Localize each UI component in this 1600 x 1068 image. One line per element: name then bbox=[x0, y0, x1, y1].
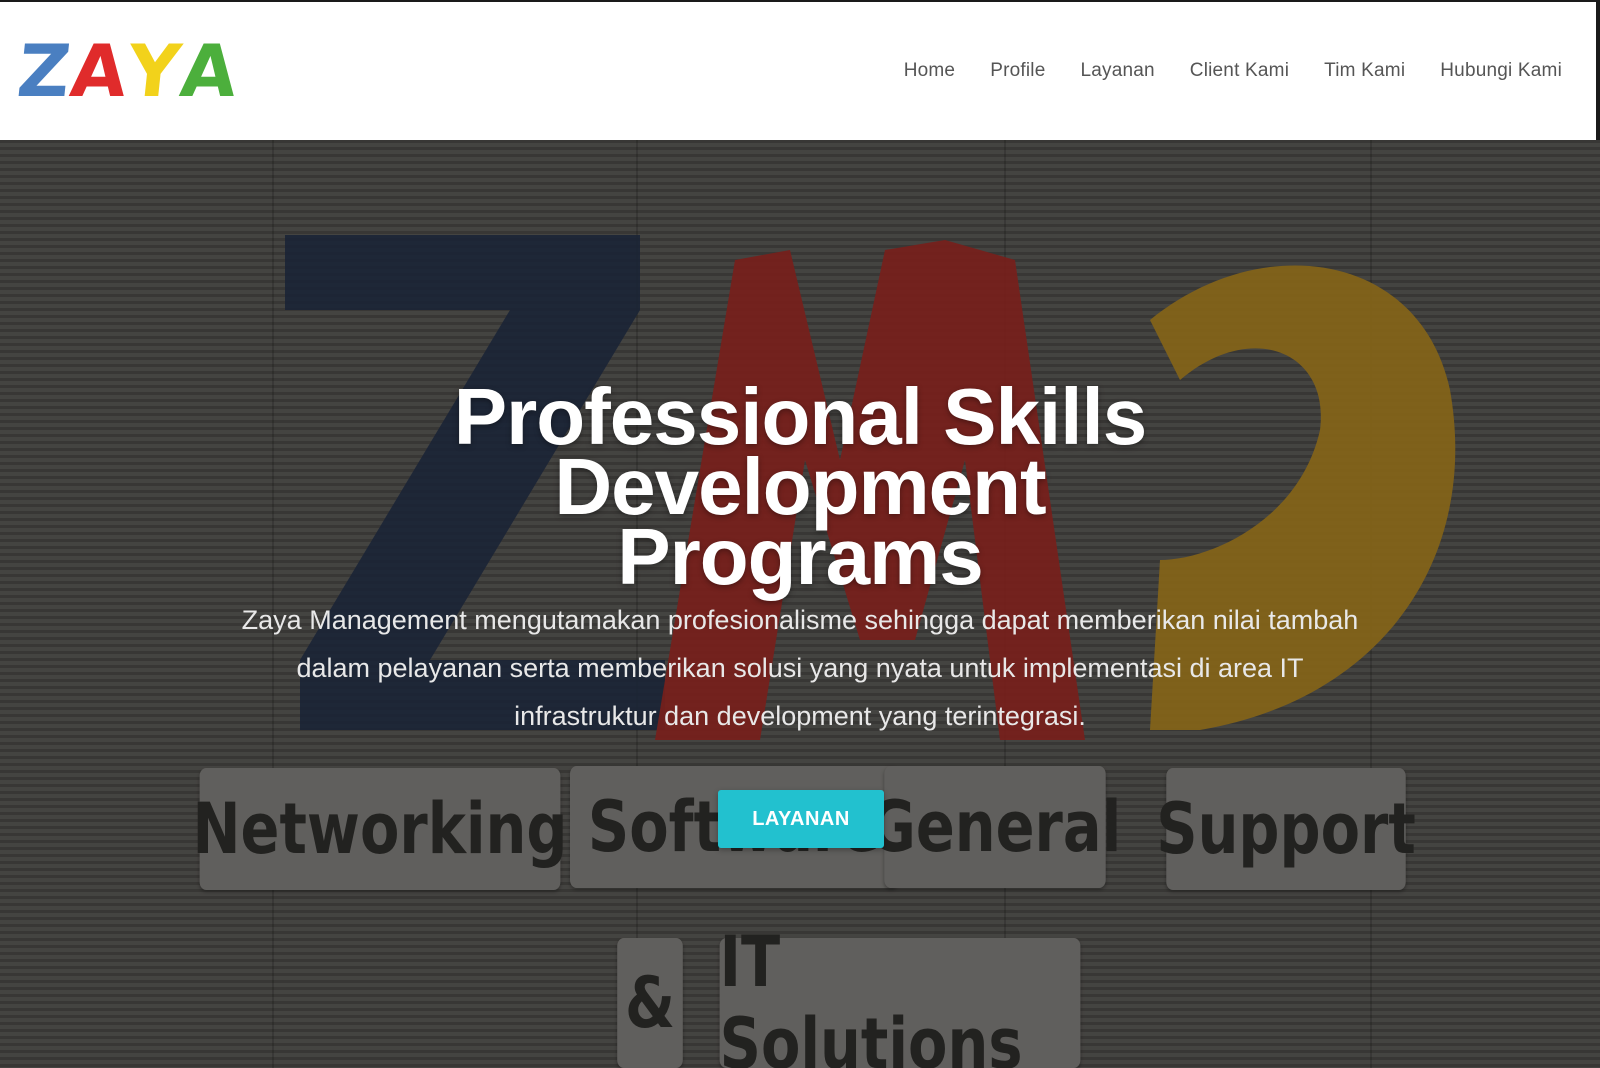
logo-letter-y: Y bbox=[123, 29, 186, 113]
logo-letter-a2: A bbox=[176, 29, 243, 113]
site-header: Z A Y A Home Profile Layanan Client Kami… bbox=[0, 2, 1600, 140]
logo-letter-a: A bbox=[66, 29, 133, 113]
zaya-logo[interactable]: Z A Y A bbox=[14, 29, 243, 113]
hero-title: Professional Skills Development Programs bbox=[200, 372, 1400, 601]
nav-layanan[interactable]: Layanan bbox=[1080, 60, 1154, 82]
hero-title-line-1: Professional Skills Development bbox=[453, 372, 1147, 531]
nav-profile[interactable]: Profile bbox=[990, 60, 1045, 82]
hero-description-line-1: Zaya Management mengutamakan profesional… bbox=[241, 605, 1359, 635]
nav-tim-kami[interactable]: Tim Kami bbox=[1324, 60, 1405, 82]
layanan-button[interactable]: LAYANAN bbox=[718, 790, 884, 848]
logo-letter-z: Z bbox=[13, 29, 76, 113]
main-navigation: Home Profile Layanan Client Kami Tim Kam… bbox=[869, 60, 1562, 82]
hero-description-line-2: dalam pelayanan serta memberikan solusi … bbox=[296, 653, 1304, 683]
nav-client-kami[interactable]: Client Kami bbox=[1190, 60, 1289, 82]
nav-hubungi-kami[interactable]: Hubungi Kami bbox=[1440, 60, 1562, 82]
hero-section: Networking Software General Support & IT… bbox=[0, 140, 1600, 1068]
hero-title-line-2: Programs bbox=[617, 512, 983, 601]
hero-description: Zaya Management mengutamakan profesional… bbox=[240, 596, 1360, 740]
nav-home[interactable]: Home bbox=[904, 60, 955, 82]
hero-description-line-3: infrastruktur dan development yang terin… bbox=[514, 701, 1086, 731]
